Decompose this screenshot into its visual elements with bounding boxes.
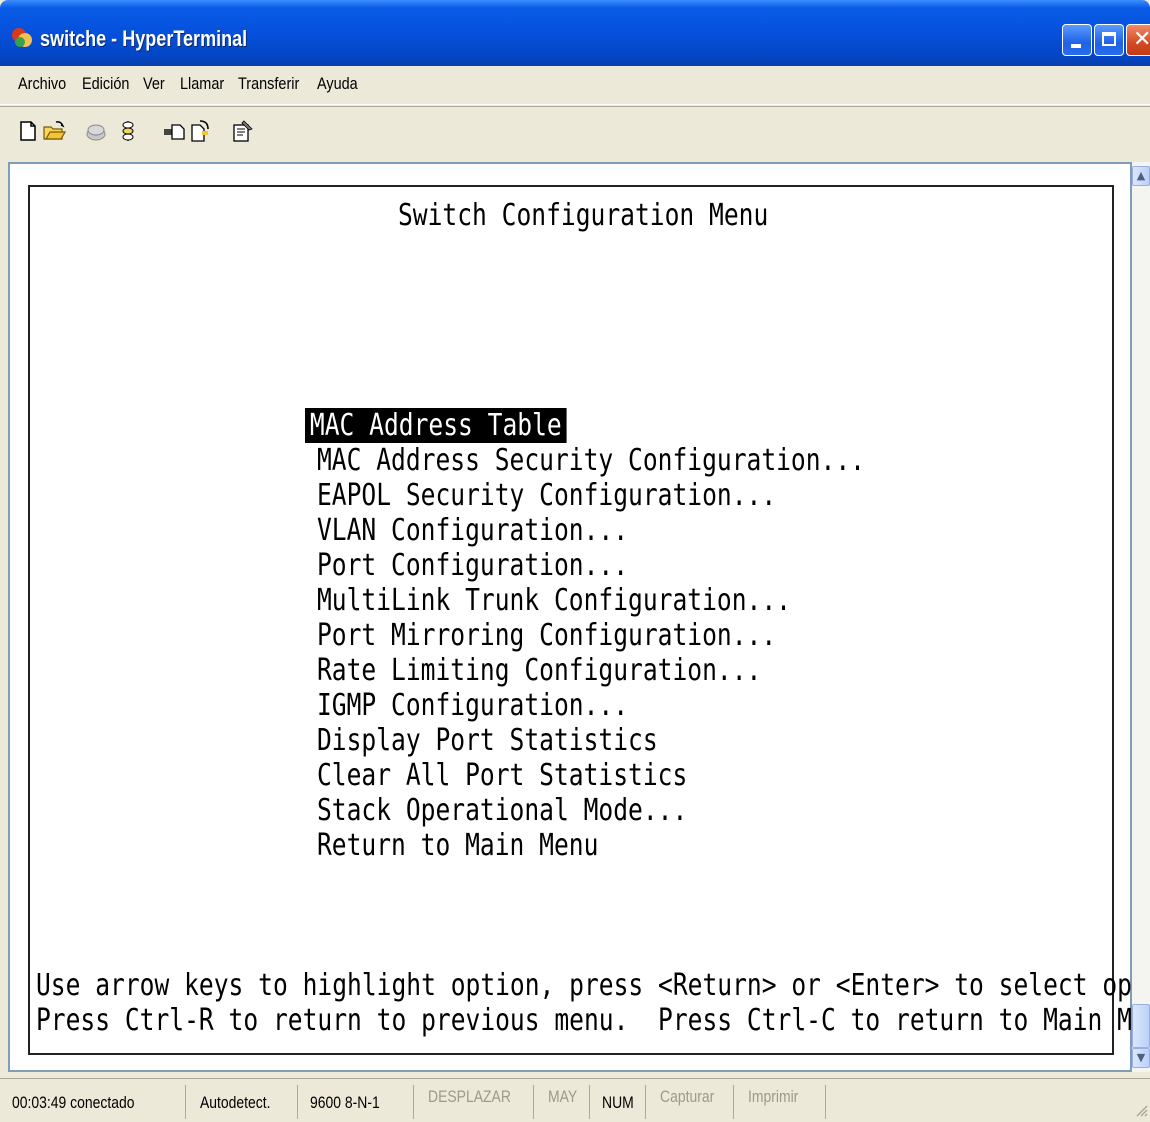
menu-item-clear-all-port-statistics[interactable]: Clear All Port Statistics (317, 758, 687, 793)
menu-item-stack-operational-mode[interactable]: Stack Operational Mode... (317, 793, 687, 828)
menu-item-vlan-configuration[interactable]: VLAN Configuration... (317, 513, 628, 548)
menu-item-port-mirroring[interactable]: Port Mirroring Configuration... (317, 618, 776, 653)
dial-icon[interactable] (116, 119, 140, 143)
menu-archivo[interactable]: Archivo (18, 74, 66, 94)
disconnect-icon[interactable] (84, 119, 108, 143)
receive-icon[interactable] (188, 119, 212, 143)
minimize-button[interactable] (1062, 24, 1092, 56)
status-num: NUM (590, 1085, 646, 1119)
menu-item-mac-address-security[interactable]: MAC Address Security Configuration... (317, 443, 865, 478)
menu-item-rate-limiting[interactable]: Rate Limiting Configuration... (317, 653, 761, 688)
menu-item-return-to-main-menu[interactable]: Return to Main Menu (317, 828, 598, 863)
close-icon: ✕ (1133, 27, 1150, 52)
maximize-icon (1102, 32, 1116, 46)
menu-item-eapol-security[interactable]: EAPOL Security Configuration... (317, 478, 776, 513)
menu-bar: Archivo Edición Ver Llamar Transferir Ay… (0, 66, 1150, 105)
scroll-up-arrow-icon[interactable]: ▲ (1132, 166, 1150, 186)
status-detect: Autodetect. (186, 1085, 298, 1119)
status-bar: 00:03:49 conectado Autodetect. 9600 8-N-… (0, 1078, 1150, 1122)
terminal-title: Switch Configuration Menu (398, 198, 769, 233)
menu-item-mac-address-table[interactable]: MAC Address Table (305, 408, 567, 443)
maximize-button[interactable] (1094, 24, 1124, 56)
close-button[interactable]: ✕ (1126, 24, 1150, 56)
menu-item-multilink-trunk[interactable]: MultiLink Trunk Configuration... (317, 583, 791, 618)
status-caps: MAY (534, 1085, 590, 1119)
menu-transferir[interactable]: Transferir (238, 74, 299, 94)
menu-item-igmp-configuration[interactable]: IGMP Configuration... (317, 688, 628, 723)
status-print: Imprimir (734, 1085, 826, 1119)
terminal-help-line-1: Use arrow keys to highlight option, pres… (36, 968, 1150, 1003)
status-settings: 9600 8-N-1 (298, 1085, 414, 1119)
terminal-help-line-2: Press Ctrl-R to return to previous menu.… (36, 1003, 1150, 1038)
minimize-icon (1071, 44, 1081, 48)
menu-llamar[interactable]: Llamar (180, 74, 224, 94)
title-bar[interactable]: switche - HyperTerminal ✕ (0, 0, 1150, 66)
menu-ver[interactable]: Ver (143, 74, 165, 94)
toolbar (0, 106, 1150, 157)
open-icon[interactable] (42, 119, 66, 143)
menu-ayuda[interactable]: Ayuda (317, 74, 358, 94)
new-connection-icon[interactable] (16, 119, 40, 143)
vertical-scrollbar[interactable]: ▲ ▼ (1132, 162, 1150, 1072)
window-title: switche - HyperTerminal (40, 26, 248, 51)
status-scroll: DESPLAZAR (414, 1085, 534, 1119)
resize-grip-icon[interactable] (1134, 1103, 1148, 1117)
scroll-down-arrow-icon[interactable]: ▼ (1132, 1048, 1150, 1068)
properties-icon[interactable] (230, 119, 254, 143)
menu-item-display-port-statistics[interactable]: Display Port Statistics (317, 723, 658, 758)
menu-item-port-configuration[interactable]: Port Configuration... (317, 548, 628, 583)
menu-edicion[interactable]: Edición (82, 74, 129, 94)
scroll-thumb[interactable] (1132, 1004, 1150, 1048)
hyperterminal-icon (12, 28, 32, 47)
status-capture: Capturar (646, 1085, 734, 1119)
send-icon[interactable] (162, 119, 186, 143)
status-connection: 00:03:49 conectado (0, 1085, 186, 1119)
